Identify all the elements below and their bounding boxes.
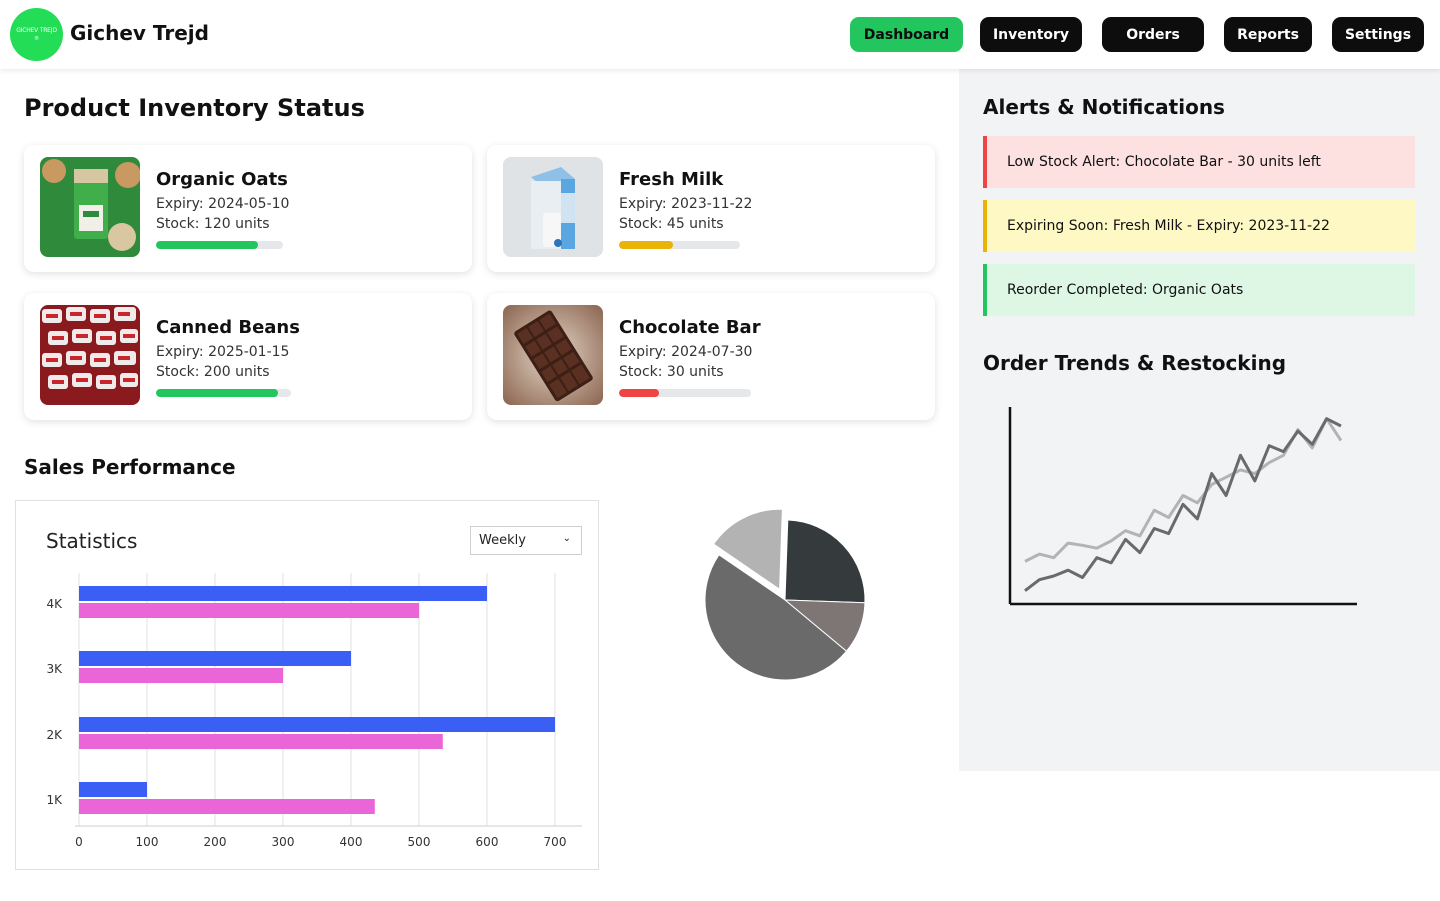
product-name: Organic Oats	[156, 169, 288, 190]
bar	[79, 651, 351, 666]
product-card-fresh-milk[interactable]: Fresh Milk Expiry: 2023-11-22 Stock: 45 …	[487, 145, 935, 272]
y-tick-label: 3K	[46, 662, 63, 676]
x-tick-label: 200	[204, 835, 227, 849]
alerts-sidebar: Alerts & Notifications Low Stock Alert: …	[959, 69, 1440, 771]
stock-progress-bar	[619, 389, 751, 397]
nav-reports-button[interactable]: Reports	[1224, 17, 1312, 52]
y-tick-label: 4K	[46, 597, 63, 611]
product-expiry: Expiry: 2025-01-15	[156, 344, 290, 360]
product-name: Canned Beans	[156, 317, 300, 338]
pie-slice	[784, 519, 866, 604]
alert-low-stock[interactable]: Low Stock Alert: Chocolate Bar - 30 unit…	[983, 136, 1415, 188]
product-card-canned-beans[interactable]: Canned Beans Expiry: 2025-01-15 Stock: 2…	[24, 293, 472, 420]
stock-progress-bar	[156, 389, 291, 397]
nav-dashboard-button[interactable]: Dashboard	[850, 17, 963, 52]
x-tick-label: 500	[408, 835, 431, 849]
bar	[79, 603, 419, 618]
bar	[79, 586, 487, 601]
product-stock: Stock: 120 units	[156, 216, 270, 232]
bar	[79, 734, 443, 749]
x-tick-label: 700	[544, 835, 567, 849]
product-card-chocolate-bar[interactable]: Chocolate Bar Expiry: 2024-07-30 Stock: …	[487, 293, 935, 420]
product-name: Fresh Milk	[619, 169, 724, 190]
milk-image	[503, 157, 603, 257]
line-chart	[1008, 407, 1357, 606]
logo-sub: ®	[34, 36, 39, 42]
product-stock: Stock: 45 units	[619, 216, 724, 232]
stock-progress-bar	[619, 241, 740, 249]
stock-progress-bar	[156, 241, 283, 249]
x-tick-label: 600	[476, 835, 499, 849]
product-expiry: Expiry: 2024-07-30	[619, 344, 753, 360]
stock-progress-fill	[156, 389, 278, 397]
nav-orders-button[interactable]: Orders	[1102, 17, 1204, 52]
bar-chart: 0 100 200 300 400 500 600 700 4K 3K 2K 1K	[46, 573, 582, 849]
bar	[79, 782, 147, 797]
product-name: Chocolate Bar	[619, 317, 761, 338]
beans-image	[40, 305, 140, 405]
nav-inventory-button[interactable]: Inventory	[980, 17, 1082, 52]
statistics-panel: Statistics Weekly ⌄ 0 100 200 300 400 500 600 7…	[15, 500, 599, 870]
stock-progress-fill	[156, 241, 258, 249]
bar	[79, 799, 375, 814]
product-card-organic-oats[interactable]: Organic Oats Expiry: 2024-05-10 Stock: 1…	[24, 145, 472, 272]
logo[interactable]: GICHEV TREJD ®	[10, 8, 63, 61]
stock-progress-fill	[619, 389, 659, 397]
product-expiry: Expiry: 2023-11-22	[619, 196, 753, 212]
trends-title: Order Trends & Restocking	[983, 351, 1287, 375]
page-title: Product Inventory Status	[24, 94, 365, 122]
nav-settings-button[interactable]: Settings	[1332, 17, 1424, 52]
bar	[79, 668, 283, 683]
y-tick-label: 2K	[46, 728, 63, 742]
alert-expiring-soon[interactable]: Expiring Soon: Fresh Milk - Expiry: 2023…	[983, 200, 1415, 252]
brand-name: Gichev Trejd	[70, 21, 209, 45]
logo-text: GICHEV TREJD	[16, 27, 57, 34]
product-stock: Stock: 200 units	[156, 364, 270, 380]
chocolate-image	[503, 305, 603, 405]
x-tick-label: 100	[136, 835, 159, 849]
product-stock: Stock: 30 units	[619, 364, 724, 380]
oats-image	[40, 157, 140, 257]
alert-reorder-completed[interactable]: Reorder Completed: Organic Oats	[983, 264, 1415, 316]
pie-chart	[704, 508, 866, 681]
series-line	[1024, 417, 1342, 592]
x-tick-label: 400	[340, 835, 363, 849]
y-tick-label: 1K	[46, 793, 63, 807]
product-expiry: Expiry: 2024-05-10	[156, 196, 290, 212]
x-tick-label: 300	[272, 835, 295, 849]
series-line	[1024, 417, 1343, 563]
sales-section-title: Sales Performance	[24, 455, 236, 479]
stock-progress-fill	[619, 241, 674, 249]
alerts-title: Alerts & Notifications	[983, 95, 1225, 119]
x-tick-label: 0	[75, 835, 83, 849]
bar	[79, 717, 555, 732]
top-header: GICHEV TREJD ® Gichev Trejd Dashboard In…	[0, 0, 1440, 69]
